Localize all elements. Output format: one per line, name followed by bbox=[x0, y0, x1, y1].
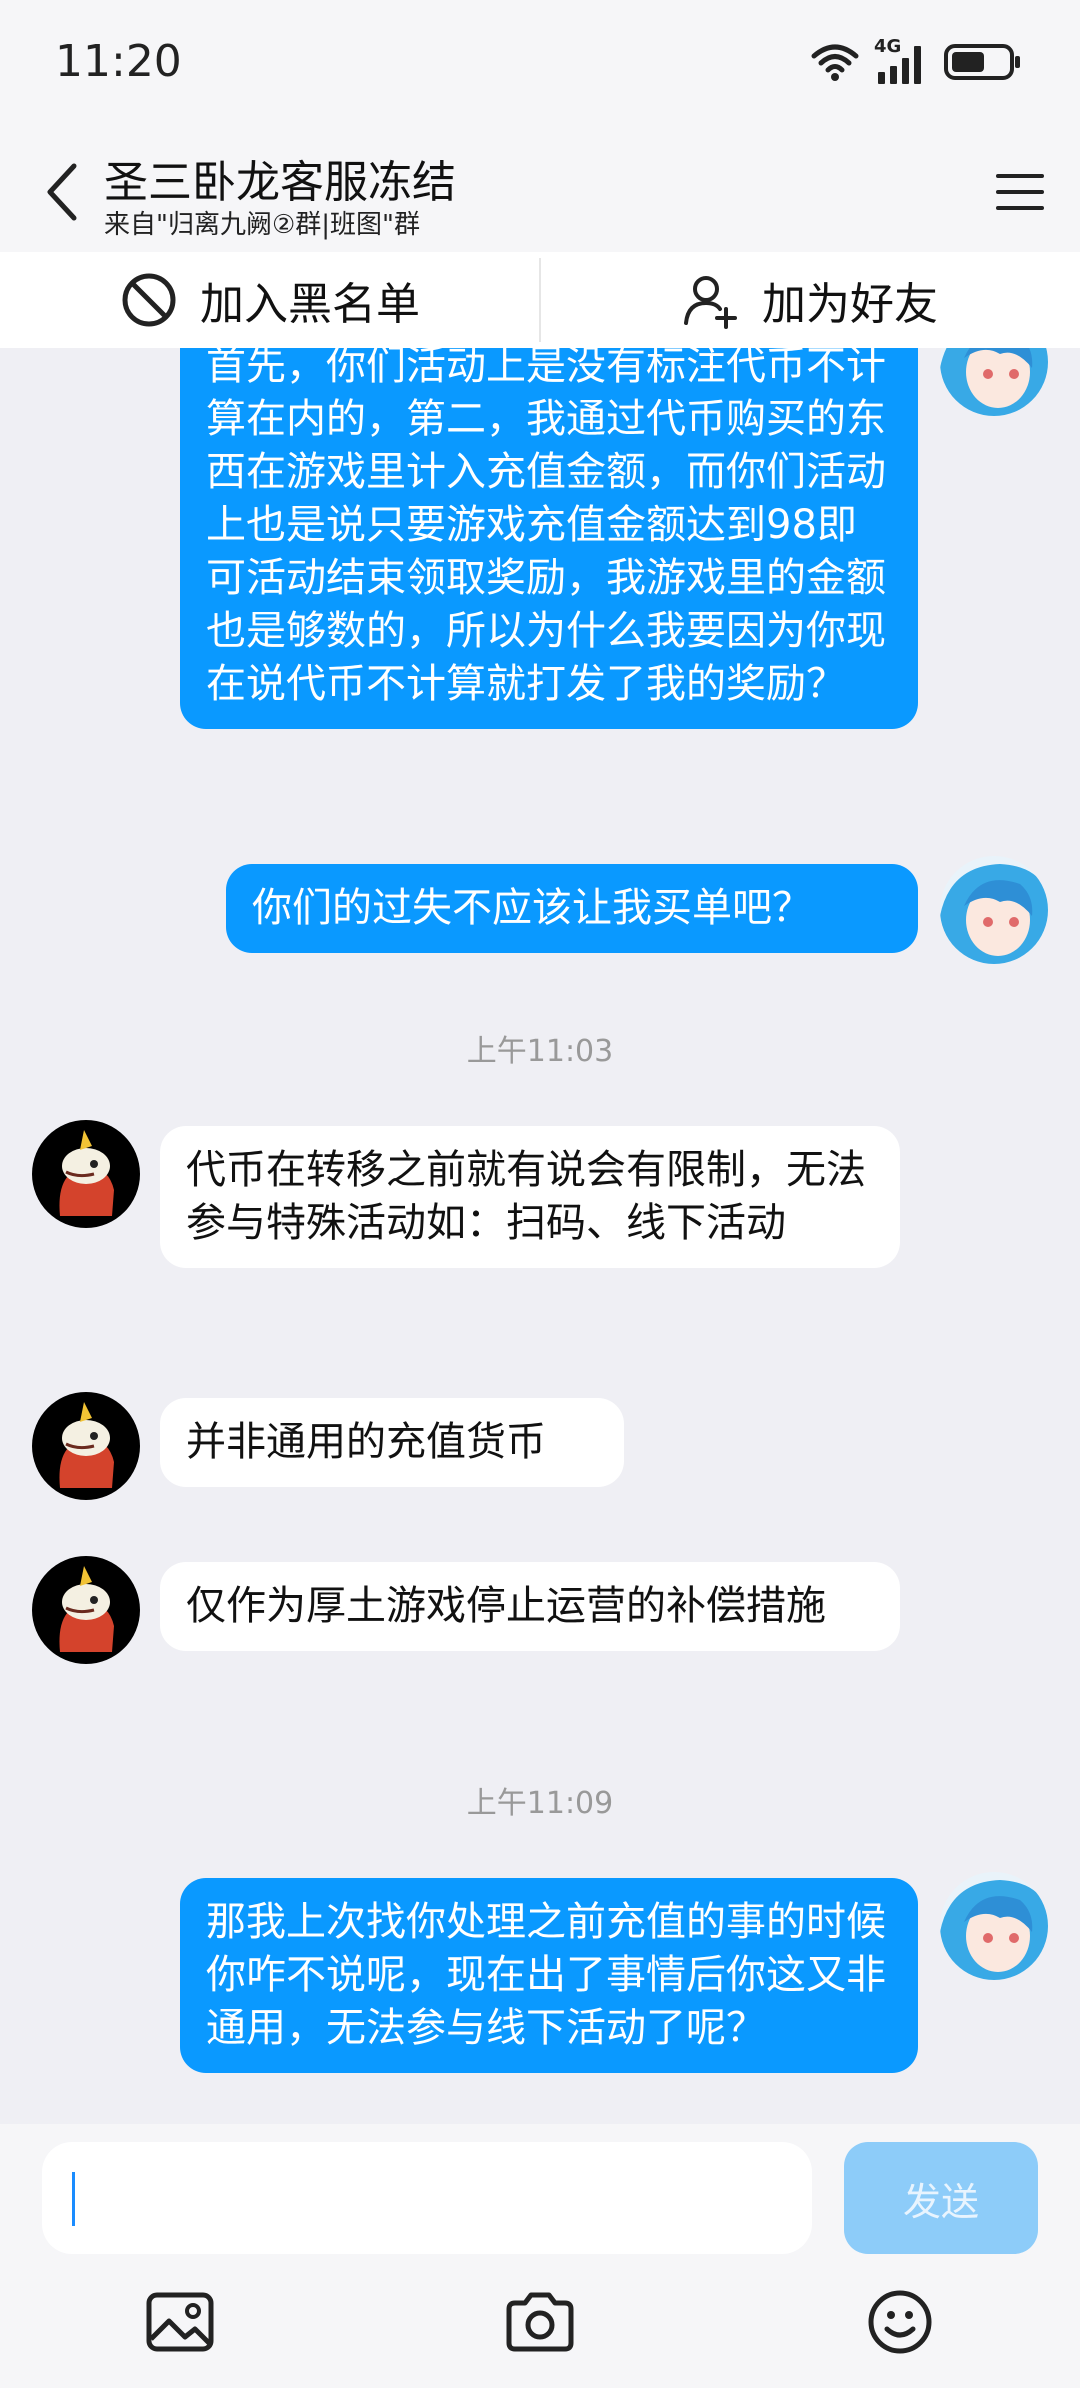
message-bubble-incoming[interactable]: 并非通用的充值货币 bbox=[160, 1398, 624, 1487]
chat-header: 圣三卧龙客服冻结 来自"归离九阙②群|班图"群 bbox=[0, 130, 1080, 252]
add-to-blacklist-button[interactable]: 加入黑名单 bbox=[0, 252, 540, 348]
message-input[interactable] bbox=[42, 2142, 812, 2254]
chat-area[interactable]: 首先，你们活动上是没有标注代币不计算在内的，第二，我通过代币购买的东西在游戏里计… bbox=[0, 348, 1080, 2124]
signal-icon: 4G bbox=[874, 36, 930, 86]
contact-avatar-image bbox=[32, 1556, 140, 1664]
add-friend-label: 加为好友 bbox=[762, 279, 938, 330]
avatar-self[interactable] bbox=[940, 1872, 1048, 1980]
back-button[interactable] bbox=[32, 154, 92, 230]
self-avatar-image bbox=[940, 856, 1048, 964]
avatar-contact[interactable] bbox=[32, 1120, 140, 1228]
menu-button[interactable] bbox=[988, 160, 1052, 224]
message-bubble-outgoing[interactable]: 首先，你们活动上是没有标注代币不计算在内的，第二，我通过代币购买的东西在游戏里计… bbox=[180, 348, 918, 729]
block-icon bbox=[122, 273, 176, 327]
action-bar: 加入黑名单 加为好友 bbox=[0, 252, 1080, 348]
add-friend-icon bbox=[684, 276, 737, 329]
image-icon bbox=[146, 2292, 214, 2352]
self-avatar-image bbox=[940, 1872, 1048, 1980]
action-divider bbox=[539, 258, 541, 342]
timestamp-label: 上午11:03 bbox=[466, 1034, 614, 1069]
wifi-icon bbox=[810, 42, 860, 86]
image-button[interactable] bbox=[140, 2282, 220, 2362]
timestamp-label: 上午11:09 bbox=[466, 1786, 614, 1821]
status-bar: 11:20 4G bbox=[0, 0, 1080, 130]
input-bar: 发送 bbox=[0, 2124, 1080, 2388]
camera-button[interactable] bbox=[500, 2282, 580, 2362]
send-button[interactable]: 发送 bbox=[844, 2142, 1038, 2254]
message-bubble-outgoing[interactable]: 那我上次找你处理之前充值的事的时候你咋不说呢，现在出了事情后你这又非通用，无法参… bbox=[180, 1878, 918, 2073]
message-bubble-outgoing[interactable]: 你们的过失不应该让我买单吧？ bbox=[226, 864, 918, 953]
emoji-button[interactable] bbox=[860, 2282, 940, 2362]
chat-subtitle: 来自"归离九阙②群|班图"群 bbox=[104, 210, 420, 240]
blacklist-label: 加入黑名单 bbox=[200, 279, 420, 330]
avatar-self[interactable] bbox=[940, 856, 1048, 964]
menu-icon bbox=[996, 174, 1044, 210]
emoji-icon bbox=[868, 2290, 932, 2354]
avatar-self[interactable] bbox=[940, 348, 1048, 416]
self-avatar-image bbox=[940, 348, 1048, 416]
avatar-contact[interactable] bbox=[32, 1392, 140, 1500]
status-icons: 4G bbox=[810, 36, 1022, 86]
contact-avatar-image bbox=[32, 1392, 140, 1500]
battery-icon bbox=[944, 42, 1022, 86]
status-time: 11:20 bbox=[55, 36, 182, 87]
camera-icon bbox=[506, 2292, 574, 2352]
chat-title: 圣三卧龙客服冻结 bbox=[104, 157, 456, 208]
back-icon bbox=[47, 163, 77, 221]
avatar-contact[interactable] bbox=[32, 1556, 140, 1664]
contact-avatar-image bbox=[32, 1120, 140, 1228]
message-bubble-incoming[interactable]: 仅作为厚土游戏停止运营的补偿措施 bbox=[160, 1562, 900, 1651]
text-caret bbox=[72, 2172, 75, 2226]
message-bubble-incoming[interactable]: 代币在转移之前就有说会有限制，无法参与特殊活动如：扫码、线下活动 bbox=[160, 1126, 900, 1268]
add-friend-button[interactable]: 加为好友 bbox=[540, 252, 1080, 348]
